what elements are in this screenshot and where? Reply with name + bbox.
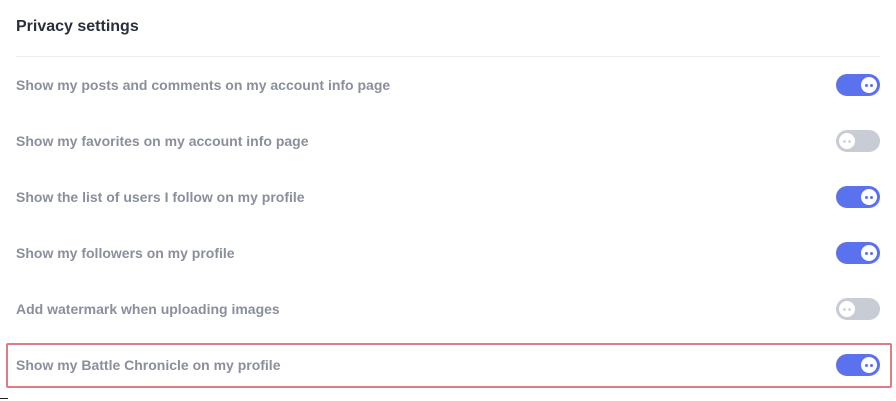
corner-mark (0, 398, 8, 399)
setting-row: Show my favorites on my account info pag… (16, 113, 880, 169)
setting-row: Show the list of users I follow on my pr… (16, 169, 880, 225)
setting-toggle[interactable] (836, 130, 880, 152)
page-title: Privacy settings (16, 18, 139, 35)
setting-row: Add watermark when uploading images (16, 281, 880, 337)
setting-label: Show the list of users I follow on my pr… (16, 189, 305, 205)
toggle-knob (861, 77, 877, 93)
toggle-knob (861, 245, 877, 261)
setting-row: Show my posts and comments on my account… (16, 57, 880, 113)
toggle-knob (839, 133, 855, 149)
toggle-knob (861, 357, 877, 373)
setting-label: Show my followers on my profile (16, 245, 235, 261)
setting-label: Show my Battle Chronicle on my profile (16, 357, 281, 373)
setting-row: Show my Battle Chronicle on my profile (16, 337, 880, 393)
setting-toggle[interactable] (836, 354, 880, 376)
setting-toggle[interactable] (836, 186, 880, 208)
setting-toggle[interactable] (836, 242, 880, 264)
setting-toggle[interactable] (836, 298, 880, 320)
setting-label: Show my posts and comments on my account… (16, 77, 391, 93)
setting-label: Show my favorites on my account info pag… (16, 133, 309, 149)
toggle-knob (861, 189, 877, 205)
setting-toggle[interactable] (836, 74, 880, 96)
setting-label: Add watermark when uploading images (16, 301, 280, 317)
toggle-knob (839, 301, 855, 317)
setting-row: Show my followers on my profile (16, 225, 880, 281)
